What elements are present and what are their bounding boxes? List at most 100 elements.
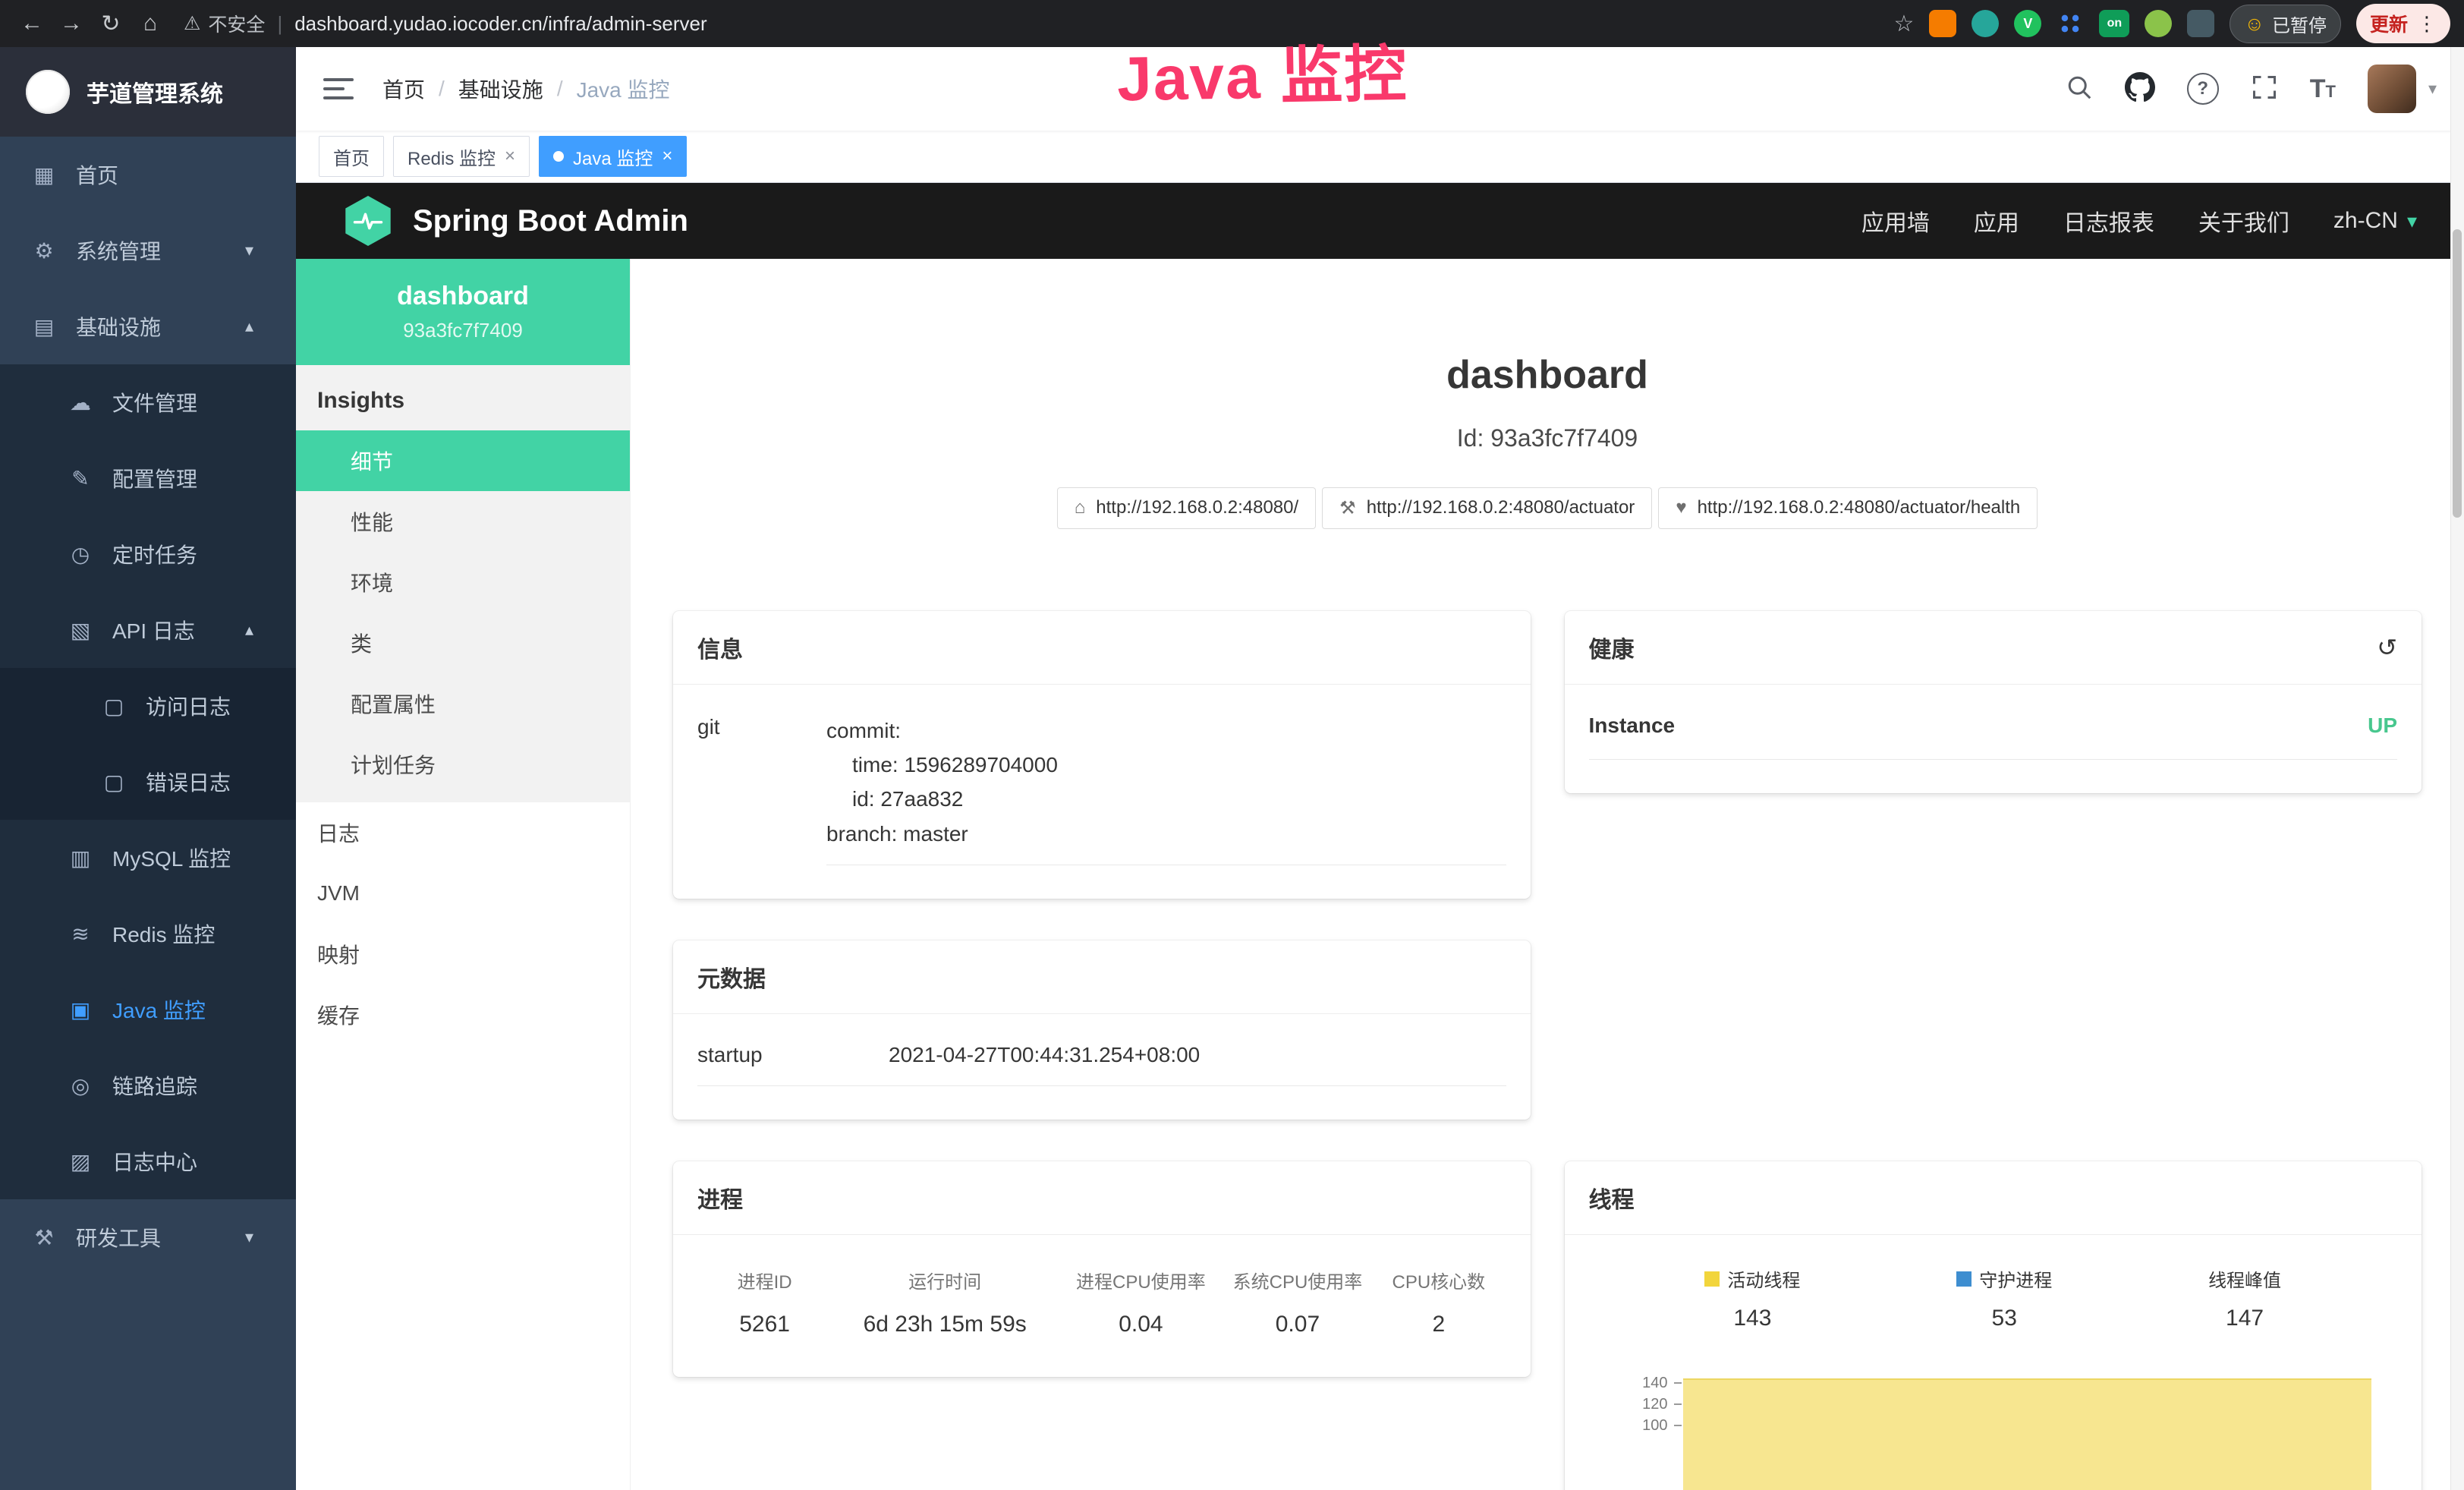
update-button[interactable]: 更新 ⋮ [2356,4,2450,43]
search-icon[interactable] [2066,74,2093,105]
sba-item-mappings[interactable]: 映射 [296,924,630,984]
extension-on-badge[interactable]: on [2099,10,2129,37]
sidebar-item-trace[interactable]: ◎ 链路追踪 [0,1047,296,1123]
legend-active-threads: 活动线程 143 [1704,1265,1800,1331]
sidebar-item-java-monitor[interactable]: ▣ Java 监控 [0,972,296,1047]
gear-icon: ⚙ [30,238,58,263]
sba-body: dashboard 93a3fc7f7409 Insights 细节 性能 环境… [296,259,2464,1490]
sidebar-item-infrastructure[interactable]: ▤ 基础设施 ▴ [0,288,296,364]
sidebar-item-redis-monitor[interactable]: ≋ Redis 监控 [0,896,296,972]
process-uptime: 运行时间 6d 23h 15m 59s [827,1267,1062,1337]
process-card: 进程 进程ID 5261 运行时间 [673,1161,1531,1377]
threads-chart-plot [1683,1372,2372,1490]
tab-label: Redis 监控 [408,143,496,170]
tags-view: 首页 Redis 监控 × Java 监控 × [296,131,2464,183]
back-icon[interactable]: ← [14,5,50,42]
sba-item-metrics[interactable]: 性能 [296,491,630,552]
security-warning[interactable]: ⚠ 不安全 [184,10,265,37]
instance-header[interactable]: dashboard 93a3fc7f7409 [296,259,630,365]
sba-locale-select[interactable]: zh-CN ▾ [2333,208,2417,234]
sidebar-item-label: 研发工具 [76,1222,161,1252]
history-icon[interactable]: ↺ [2377,633,2397,662]
font-size-icon[interactable]: TT [2310,74,2336,104]
fullscreen-icon[interactable] [2251,74,2278,105]
sba-item-caches[interactable]: 缓存 [296,984,630,1045]
sba-item-classes[interactable]: 类 [296,613,630,673]
sidebar-item-api-logs[interactable]: ▧ API 日志 ▴ [0,592,296,668]
profile-paused-badge[interactable]: ☺ 已暂停 [2230,5,2341,43]
scrollbar-thumb[interactable] [2453,229,2462,518]
sba-item-config-props[interactable]: 配置属性 [296,673,630,734]
avatar-caret-icon[interactable]: ▾ [2428,79,2437,99]
sba-item-logs[interactable]: 日志 [296,802,630,863]
sidebar-item-error-logs[interactable]: ▢ 错误日志 [0,744,296,820]
sba-item-scheduled[interactable]: 计划任务 [296,734,630,795]
sba-item-environment[interactable]: 环境 [296,552,630,613]
process-cpu-usage: 进程CPU使用率 0.04 [1062,1267,1219,1337]
help-icon[interactable]: ? [2187,73,2219,105]
service-url-label: http://192.168.0.2:48080/ [1096,497,1298,518]
browser-actions: ☆ V on ☺ 已暂停 更新 ⋮ [1894,4,2450,43]
actuator-url-label: http://192.168.0.2:48080/actuator [1367,497,1635,518]
sidebar-logo-row[interactable]: 芋道管理系统 [0,47,296,137]
extension-grid-icon[interactable] [2056,10,2084,37]
sba-nav-wallboard[interactable]: 应用墙 [1861,204,1930,238]
close-icon[interactable]: × [505,146,515,167]
extension-fox-icon[interactable] [1929,10,1956,37]
sidebar-item-label: 文件管理 [112,387,197,417]
home-icon[interactable]: ⌂ [132,5,168,42]
service-url-button[interactable]: ⌂ http://192.168.0.2:48080/ [1057,487,1316,529]
tab-java-monitor[interactable]: Java 监控 × [539,136,687,177]
metadata-value: 2021-04-27T00:44:31.254+08:00 [889,1043,1200,1067]
sidebar-item-system-management[interactable]: ⚙ 系统管理 ▾ [0,213,296,288]
sba-brand[interactable]: Spring Boot Admin [343,196,688,246]
sidebar-item-dev-tools[interactable]: ⚒ 研发工具 ▾ [0,1199,296,1275]
page-scrollbar[interactable] [2450,47,2464,1490]
sidebar: 芋道管理系统 ▦ 首页 ⚙ 系统管理 ▾ ▤ 基础设施 ▴ ☁ [0,47,296,1490]
forward-icon[interactable]: → [53,5,90,42]
sba-item-jvm[interactable]: JVM [296,863,630,924]
chevron-down-icon: ▾ [245,241,253,260]
bookmark-star-icon[interactable]: ☆ [1894,11,1915,37]
tab-home[interactable]: 首页 [319,136,384,177]
sba-nav-journal[interactable]: 日志报表 [2063,204,2154,238]
sidebar-menu: ▦ 首页 ⚙ 系统管理 ▾ ▤ 基础设施 ▴ ☁ 文件管理 [0,137,296,1490]
insights-section: Insights 细节 性能 环境 类 配置属性 计划任务 [296,365,630,802]
sba-nav-applications[interactable]: 应用 [1974,204,2019,238]
sidebar-item-access-logs[interactable]: ▢ 访问日志 [0,668,296,744]
health-url-button[interactable]: ♥ http://192.168.0.2:48080/actuator/heal… [1658,487,2038,529]
extension-leaf-icon[interactable] [2145,10,2172,37]
instance-links: ⌂ http://192.168.0.2:48080/ ⚒ http://192… [631,487,2464,529]
extension-drop-icon[interactable] [1972,10,1999,37]
address-bar[interactable]: ⚠ 不安全 | dashboard.yudao.iocoder.cn/infra… [184,10,707,37]
github-icon[interactable] [2125,72,2155,106]
avatar[interactable] [2368,65,2416,113]
sba-nav: 应用墙 应用 日志报表 关于我们 zh-CN ▾ [1861,204,2417,238]
close-icon[interactable]: × [662,146,672,167]
sidebar-item-log-center[interactable]: ▨ 日志中心 [0,1123,296,1199]
chevron-up-icon: ▴ [245,317,253,336]
sba-main: dashboard Id: 93a3fc7f7409 ⌂ http://192.… [631,259,2464,1490]
sba-nav-about[interactable]: 关于我们 [2198,204,2289,238]
breadcrumb-home[interactable]: 首页 [382,74,425,104]
sidebar-item-home[interactable]: ▦ 首页 [0,137,296,213]
extension-vue-icon[interactable]: V [2014,10,2041,37]
tab-redis-monitor[interactable]: Redis 监控 × [393,136,530,177]
sidebar-item-config-management[interactable]: ✎ 配置管理 [0,440,296,516]
hamburger-icon[interactable] [323,78,354,99]
threads-card-title: 线程 [1565,1161,2422,1235]
breadcrumb-infrastructure[interactable]: 基础设施 [458,74,543,104]
reload-icon[interactable]: ↻ [93,5,129,42]
sidebar-item-mysql-monitor[interactable]: ▥ MySQL 监控 [0,820,296,896]
sba-header: Spring Boot Admin 应用墙 应用 日志报表 关于我们 zh-CN… [296,183,2464,259]
sba-item-details[interactable]: 细节 [296,430,630,491]
kebab-menu-icon[interactable]: ⋮ [2417,12,2437,36]
actuator-url-button[interactable]: ⚒ http://192.168.0.2:48080/actuator [1322,487,1652,529]
url-text[interactable]: dashboard.yudao.iocoder.cn/infra/admin-s… [294,12,706,36]
chevron-up-icon: ▴ [245,620,253,640]
sidebar-item-file-management[interactable]: ☁ 文件管理 [0,364,296,440]
sidebar-item-scheduled-tasks[interactable]: ◷ 定时任务 [0,516,296,592]
extensions-puzzle-icon[interactable] [2187,10,2214,37]
tools-icon: ⚒ [30,1225,58,1250]
admin-app: 芋道管理系统 ▦ 首页 ⚙ 系统管理 ▾ ▤ 基础设施 ▴ ☁ [0,47,2464,1490]
